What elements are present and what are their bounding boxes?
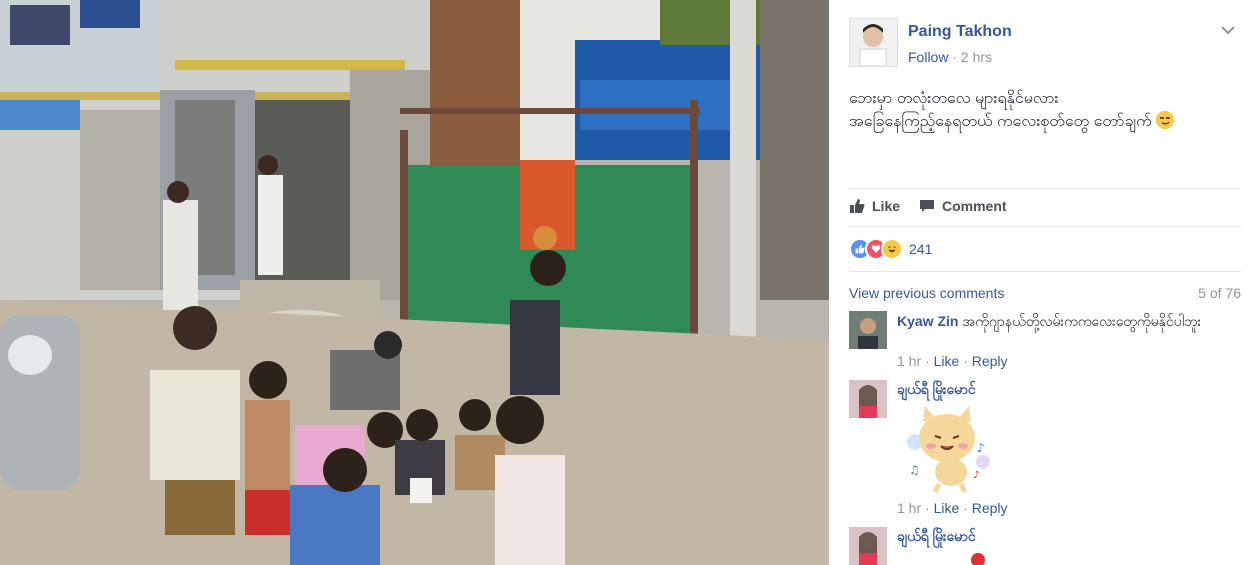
post-time[interactable]: 2 hrs xyxy=(961,49,992,65)
author-name[interactable]: Paing Takhon xyxy=(908,23,1012,41)
divider xyxy=(849,226,1241,227)
street-scene-image xyxy=(0,0,829,565)
comment-reply-link[interactable]: Reply xyxy=(972,500,1008,516)
svg-text:♪: ♪ xyxy=(977,441,985,455)
author-avatar[interactable] xyxy=(849,18,898,67)
comment-text: အကိုဂျာနယ်တို့လမ်းကကလေးတွေကိုမနိုင်ပါဘူး xyxy=(962,313,1202,329)
view-previous-comments-link[interactable]: View previous comments xyxy=(849,285,1004,301)
comment-time[interactable]: 1 hr xyxy=(897,500,921,516)
comment-footer: 1 hr · Like · Reply xyxy=(897,353,1008,369)
svg-text:♫: ♫ xyxy=(909,463,920,477)
post-meta: Follow · 2 hrs xyxy=(908,49,992,65)
chevron-down-icon[interactable] xyxy=(1221,22,1235,38)
smirk-emoji-icon xyxy=(1156,111,1175,129)
post-text-line2: အခြေနေကြည့်နေရတယ် ကလေးစုတ်တွေ တော်ချက် xyxy=(849,110,1229,133)
comment-like-link[interactable]: Like xyxy=(934,500,960,516)
like-button[interactable]: Like xyxy=(849,198,900,214)
comment-body: ချယ်ရီ မြိုးမောင် xyxy=(897,527,1227,546)
post-panel: Paing Takhon Follow · 2 hrs ဘေးမှာ တလုံး… xyxy=(829,0,1247,565)
commenter-name[interactable]: Kyaw Zin xyxy=(897,313,958,329)
comment-body: Kyaw Zin အကိုဂျာနယ်တို့လမ်းကကလေးတွေကိုမန… xyxy=(897,312,1227,331)
reactions-summary[interactable]: 241 xyxy=(849,238,932,260)
comment-body: ချယ်ရီ မြိုးမောင် xyxy=(897,380,1227,399)
divider xyxy=(849,188,1241,189)
post-text-line2-text: အခြေနေကြည့်နေရတယ် ကလေးစုတ်တွေ တော်ချက် xyxy=(849,113,1152,130)
commenter-name[interactable]: ချယ်ရီ မြိုးမောင် xyxy=(897,381,976,397)
divider xyxy=(849,271,1241,272)
commenter-avatar[interactable] xyxy=(849,380,887,418)
comment-like-link[interactable]: Like xyxy=(934,353,960,369)
author-photo xyxy=(850,19,897,67)
heart-sticker-icon xyxy=(971,553,985,565)
svg-text:♪: ♪ xyxy=(973,470,979,481)
follow-link[interactable]: Follow xyxy=(908,49,948,65)
like-label: Like xyxy=(872,198,901,214)
comment-button[interactable]: Comment xyxy=(919,198,1007,214)
meta-dot: · xyxy=(952,49,958,65)
comment-reply-link[interactable]: Reply xyxy=(972,353,1008,369)
commenter-name[interactable]: ချယ်ရီ မြိုးမောင် xyxy=(897,528,976,544)
commenter-avatar[interactable] xyxy=(849,311,887,349)
comment-time[interactable]: 1 hr xyxy=(897,353,921,369)
comment-icon xyxy=(920,200,934,212)
post-text: ဘေးမှာ တလုံးတလေ များရနိုင်မလား အခြေနေကြည… xyxy=(849,87,1229,133)
reaction-count[interactable]: 241 xyxy=(909,241,932,257)
commenter-avatar[interactable] xyxy=(849,527,887,565)
comment-label: Comment xyxy=(942,198,1007,214)
haha-icon xyxy=(881,238,903,260)
comment-footer: 1 hr · Like · Reply xyxy=(897,500,1008,516)
cat-sticker-icon: ♫ ♪ ♪ xyxy=(901,402,993,494)
comments-pager: 5 of 76 xyxy=(1198,285,1241,301)
post-text-line1: ဘေးမှာ တလုံးတလေ များရနိုင်မလား xyxy=(849,90,1059,107)
post-photo[interactable] xyxy=(0,0,829,565)
thumbs-up-icon xyxy=(850,199,865,213)
